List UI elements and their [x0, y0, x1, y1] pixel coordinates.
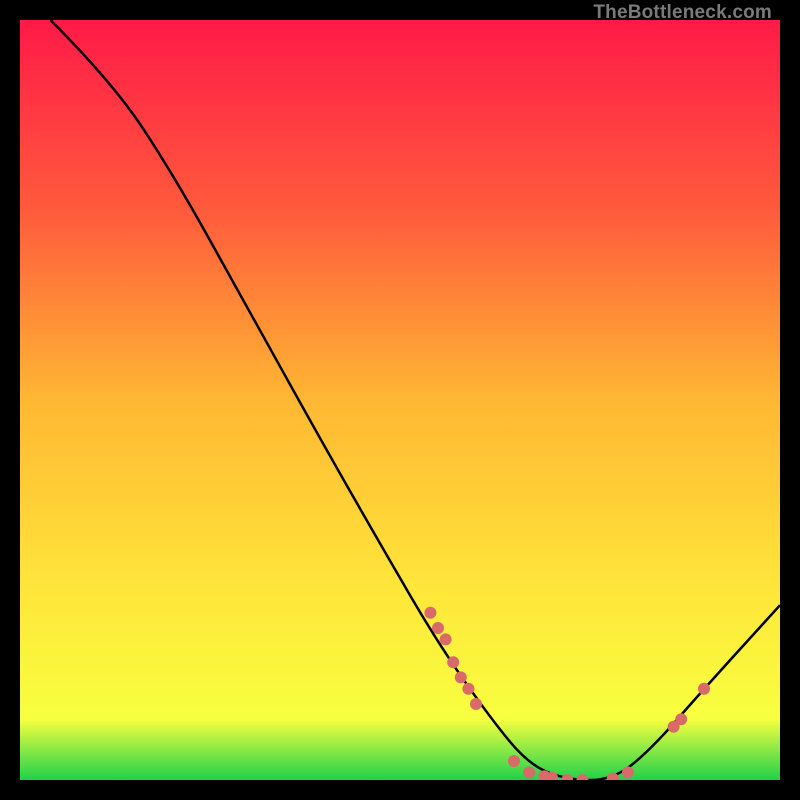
chart-frame	[20, 20, 780, 780]
data-marker	[675, 713, 687, 725]
data-marker	[447, 656, 459, 668]
data-marker	[424, 607, 436, 619]
data-marker	[523, 766, 535, 778]
data-marker	[470, 698, 482, 710]
chart-background	[20, 20, 780, 780]
data-marker	[698, 683, 710, 695]
data-marker	[622, 766, 634, 778]
data-marker	[440, 633, 452, 645]
watermark-text: TheBottleneck.com	[593, 2, 772, 24]
bottleneck-chart	[20, 20, 780, 780]
data-marker	[432, 622, 444, 634]
data-marker	[455, 671, 467, 683]
data-marker	[508, 755, 520, 767]
data-marker	[462, 683, 474, 695]
